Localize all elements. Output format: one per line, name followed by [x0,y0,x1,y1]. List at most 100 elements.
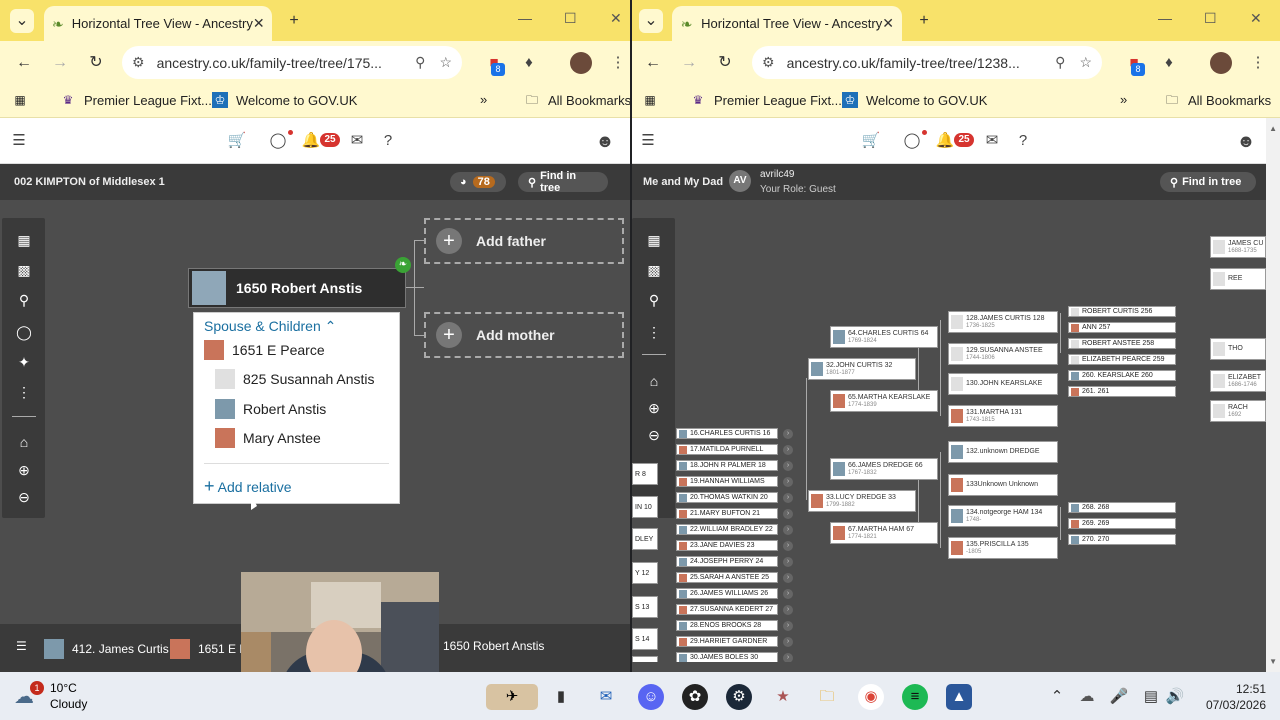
expand-chevron-icon[interactable]: › [783,525,793,535]
expand-chevron-icon[interactable]: › [783,589,793,599]
person-card[interactable]: RACH 1692 [1210,400,1266,422]
person-card[interactable]: 134.notgeorge HAM 134 1748- [948,505,1058,527]
new-tab-button[interactable]: + [282,9,306,33]
spouse-item[interactable]: 1651 E Pearce [204,340,325,360]
site-info-icon[interactable]: ⚙ [132,54,145,71]
tab-search-button[interactable]: ⌄ [10,9,34,33]
expand-chevron-icon[interactable]: › [783,573,793,583]
hamburger-menu-icon[interactable]: ☰ [8,130,30,152]
person-card[interactable]: 261. 261 [1068,386,1176,397]
chrome-icon[interactable]: ◉ [858,684,884,710]
person-card[interactable]: 17.MATILDA PURNELL [676,444,778,455]
bookmark-premier-league[interactable]: ♛ Premier League Fixt... [690,92,842,108]
person-card[interactable]: REE [1210,268,1266,290]
recent-person[interactable]: 412. James Curtis [44,639,169,659]
help-icon[interactable]: ? [1012,130,1034,152]
apps-grid-icon[interactable]: ▦ [642,92,666,108]
bell-icon[interactable]: 🔔 [300,130,322,152]
person-card[interactable]: 21.MARY BUFTON 21 [676,508,778,519]
partial-person-card[interactable]: DLEY [632,528,658,550]
child-item[interactable]: Mary Anstee [215,428,321,448]
vertical-scrollbar[interactable] [1266,118,1280,672]
person-card[interactable]: ANN 257 [1068,322,1176,333]
weather-widget[interactable]: ☁ 1 10°C Cloudy [14,680,87,712]
person-card[interactable]: 18.JOHN R PALMER 18 [676,460,778,471]
address-bar[interactable]: ⚙ ancestry.co.uk/family-tree/tree/175...… [122,46,462,79]
maximize-button[interactable]: ☐ [564,10,577,27]
onedrive-icon[interactable]: ☁ [1074,684,1100,710]
person-card[interactable]: 64.CHARLES CURTIS 64 1769-1824 [830,326,938,348]
tab-active[interactable]: ❧ Horizontal Tree View - Ancestry ✕ [672,6,902,41]
person-card[interactable]: ROBERT ANSTEE 258 [1068,338,1176,349]
expand-chevron-icon[interactable]: › [783,605,793,615]
more-bookmarks-icon[interactable]: » [1120,92,1127,107]
person-card[interactable]: 29.HARRIET GARDNER [676,636,778,647]
add-relative-button[interactable]: + Add relative [204,476,292,497]
reload-icon[interactable]: ↻ [714,52,736,74]
help-icon[interactable]: ? [377,130,399,152]
person-card[interactable]: ELIZABET 1686-1746 [1210,370,1266,392]
person-card[interactable]: 23.JANE DAVIES 23 [676,540,778,551]
tab-active[interactable]: ❧ Horizontal Tree View - Ancestry ✕ [44,6,272,41]
scroll-down-icon[interactable]: ▼ [1269,657,1277,666]
recent-person[interactable]: 1650 Robert Anstis [443,639,544,653]
find-person-tool-icon[interactable]: ⚲ [644,290,664,310]
extensions-puzzle-icon[interactable]: ♦ [519,53,539,73]
expand-chevron-icon[interactable]: › [783,445,793,455]
expand-chevron-icon[interactable]: › [783,461,793,471]
comments-icon[interactable]: ◯ [14,322,34,342]
add-mother-box[interactable]: + Add mother [424,312,624,358]
forward-icon[interactable]: → [678,52,700,74]
person-card[interactable]: 268. 268 [1068,502,1176,513]
person-card[interactable]: 135.PRISCILLA 135 -1805 [948,537,1058,559]
expand-chevron-icon[interactable]: › [783,621,793,631]
person-card[interactable]: 132.unknown DREDGE [948,441,1058,463]
find-person-tool-icon[interactable]: ⚲ [14,290,34,310]
outlook-icon[interactable]: ✉ [593,684,619,710]
person-card[interactable]: 128.JAMES CURTIS 128 1736-1825 [948,311,1058,333]
extensions-puzzle-icon[interactable]: ♦ [1159,53,1179,73]
profile-avatar[interactable] [1210,52,1232,74]
file-explorer-icon[interactable]: 🗀 [814,684,840,710]
back-icon[interactable]: ← [642,52,664,74]
show-hidden-icons[interactable]: ⌃ [1044,684,1070,710]
profile-avatar[interactable] [570,52,592,74]
person-card[interactable]: 24.JOSEPH PERRY 24 [676,556,778,567]
partial-person-card[interactable]: Y 12 [632,562,658,584]
expand-chevron-icon[interactable]: › [783,477,793,487]
file-icon[interactable]: ▮ [548,684,574,710]
share-icon[interactable]: ✦ [14,352,34,372]
microphone-icon[interactable]: 🎤 [1106,684,1132,710]
person-card[interactable]: 16.CHARLES CURTIS 16 [676,428,778,439]
minimize-button[interactable]: — [518,10,532,26]
home-icon[interactable]: ⌂ [644,371,664,391]
spouse-children-toggle[interactable]: Spouse & Children ⌃ [204,318,336,335]
reload-icon[interactable]: ↻ [85,52,107,74]
person-card[interactable]: 25.SARAH A ANSTEE 25 [676,572,778,583]
person-card[interactable]: 133Unknown Unknown [948,474,1058,496]
back-icon[interactable]: ← [13,52,35,74]
site-info-icon[interactable]: ⚙ [762,54,775,71]
expand-chevron-icon[interactable]: › [783,541,793,551]
expand-chevron-icon[interactable]: › [783,557,793,567]
cart-icon[interactable]: 🛒 [860,130,882,152]
person-card[interactable]: 33.LUCY DREDGE 33 1799-1882 [808,490,916,512]
focus-person-card[interactable]: 1650 Robert Anstis ❧ [188,257,411,308]
zoom-out-icon[interactable]: ⊖ [14,487,34,507]
star-icon[interactable]: ☆ [439,54,452,71]
hamburger-menu-icon[interactable]: ☰ [637,130,659,152]
volume-icon[interactable]: 🔊 [1162,684,1188,710]
partial-person-card[interactable]: R 8 [632,463,658,485]
chatgpt-icon[interactable]: ✿ [682,684,708,710]
bell-icon[interactable]: 🔔 [934,130,956,152]
bookmark-premier-league[interactable]: ♛ Premier League Fixt... [60,92,212,108]
partial-person-card[interactable]: S 14 [632,628,658,650]
find-in-tree-button[interactable]: ⚲ Find in tree [1160,172,1256,192]
home-icon[interactable]: ⌂ [14,432,34,452]
system-clock[interactable]: 12:51 07/03/2026 [1206,681,1266,713]
cart-icon[interactable]: 🛒 [226,130,248,152]
media-icon[interactable]: ▩ [14,260,34,280]
person-card[interactable]: 131.MARTHA 131 1743-1815 [948,405,1058,427]
all-bookmarks-folder[interactable]: 🗀 All Bookmarks [524,92,630,108]
person-card[interactable]: 65.MARTHA KEARSLAKE 1774-1839 [830,390,938,412]
